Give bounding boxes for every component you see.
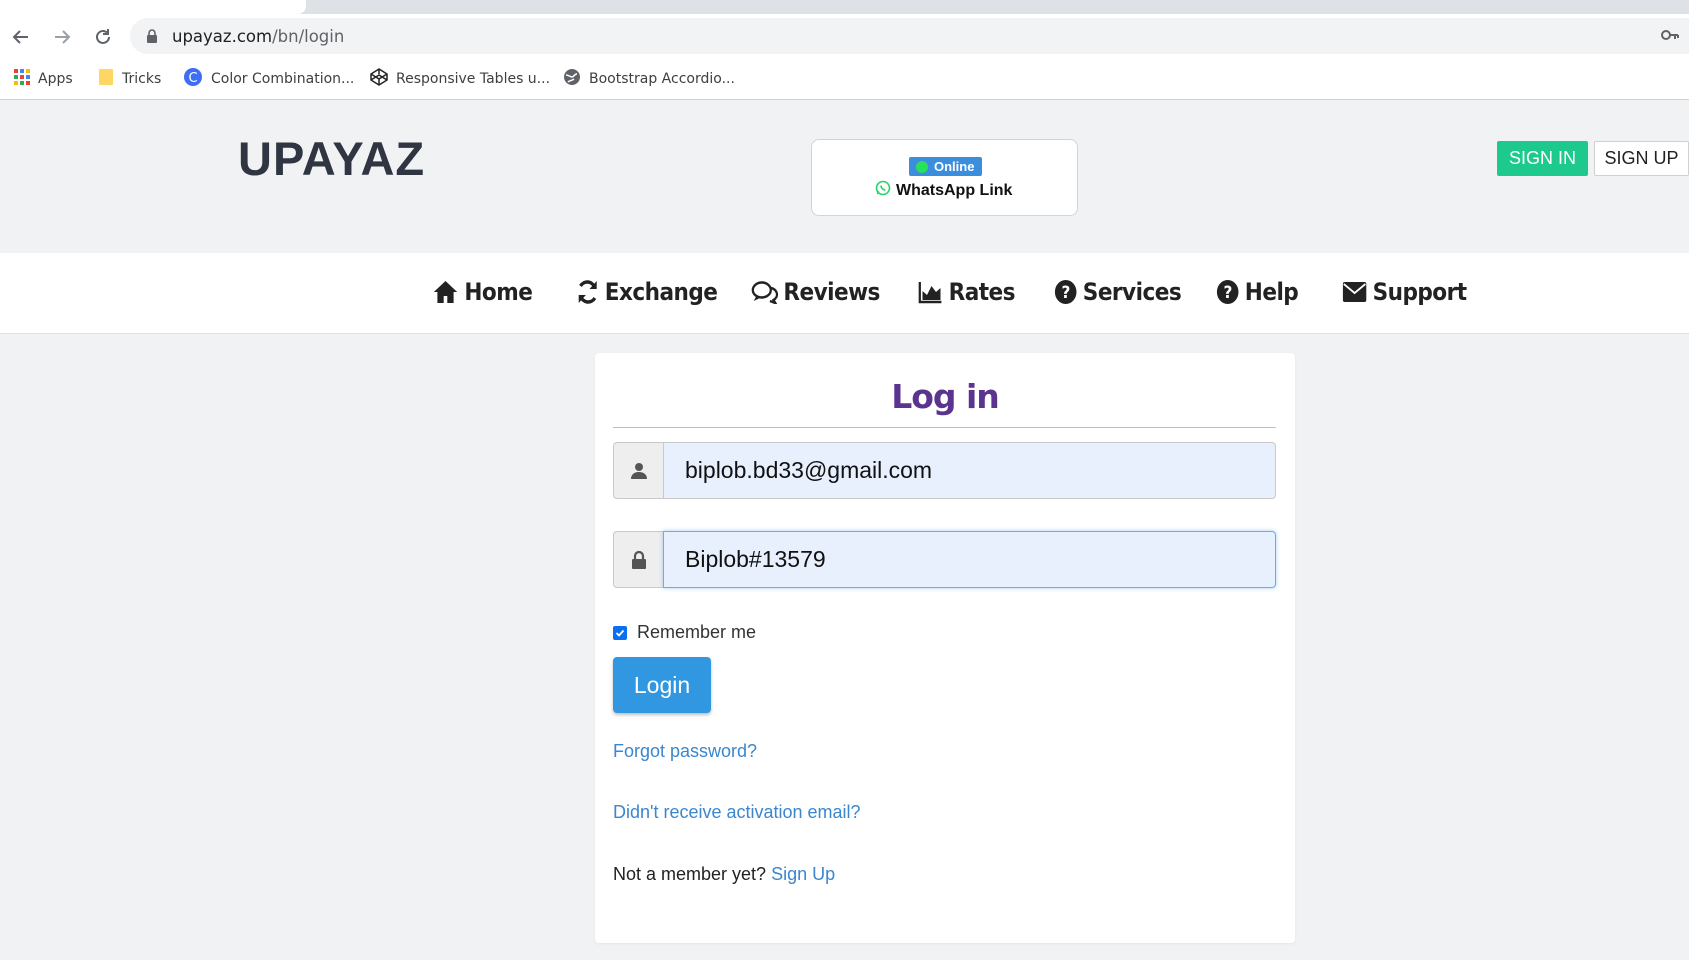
apps-grid-icon (14, 69, 30, 89)
address-bar[interactable]: upayaz.com/bn/login (130, 18, 1689, 54)
area-chart-icon (918, 282, 942, 304)
url-text: upayaz.com/bn/login (172, 27, 345, 46)
title-divider (613, 427, 1276, 428)
remember-label: Remember me (637, 622, 757, 642)
main-nav: Home Exchange Reviews Rates ? Services ?… (0, 253, 1689, 334)
nav-item-help[interactable]: ? Help (1216, 278, 1299, 306)
question-circle-icon: ? (1054, 280, 1077, 304)
svg-text:?: ? (1062, 282, 1071, 302)
online-dot-icon (916, 160, 928, 173)
back-arrow-icon[interactable] (6, 22, 36, 52)
not-member-row: Not a member yet? Sign Up (613, 864, 835, 885)
forgot-password-link[interactable]: Forgot password? (613, 741, 757, 762)
sign-in-button[interactable]: SIGN IN (1497, 141, 1588, 176)
email-input-group (613, 442, 1276, 499)
bookmark-label: Tricks (122, 71, 162, 87)
bookmark-color-combination[interactable]: C Color Combination... (183, 68, 354, 90)
password-input-group (613, 531, 1276, 588)
lock-icon (146, 29, 158, 48)
bookmark-label: Color Combination... (211, 71, 355, 87)
bookmarks-bar: Apps Tricks C Color Combination... Respo… (0, 59, 1689, 100)
refresh-icon (578, 280, 597, 304)
question-circle-icon: ? (1216, 280, 1239, 304)
bookmark-label: Apps (38, 71, 73, 87)
nav-item-rates[interactable]: Rates (918, 278, 1015, 306)
home-icon (433, 281, 458, 303)
browser-toolbar: upayaz.com/bn/login (0, 14, 1689, 59)
lock-icon (613, 531, 663, 588)
resend-activation-link[interactable]: Didn't receive activation email? (613, 802, 861, 823)
login-title: Log in (891, 377, 1000, 416)
browser-active-tab[interactable] (0, 0, 306, 14)
svg-text:C: C (188, 71, 197, 86)
sign-up-button[interactable]: SIGN UP (1594, 141, 1689, 176)
whatsapp-icon (875, 180, 891, 201)
color-c-icon: C (183, 67, 203, 91)
globe-icon (563, 68, 581, 90)
bookmark-bootstrap-accordion[interactable]: Bootstrap Accordio... (563, 68, 735, 90)
nav-item-support[interactable]: Support (1342, 278, 1467, 306)
online-badge: Online (909, 157, 982, 176)
bookmark-apps[interactable]: Apps (14, 68, 73, 90)
envelope-icon (1342, 282, 1367, 302)
comments-icon (751, 281, 778, 304)
whatsapp-link[interactable]: WhatsApp Link (875, 180, 1012, 201)
remember-me[interactable]: Remember me (613, 622, 756, 643)
user-icon (613, 442, 663, 499)
nav-item-services[interactable]: ? Services (1054, 278, 1182, 306)
bookmark-label: Bootstrap Accordio... (589, 71, 735, 87)
not-member-text: Not a member yet? (613, 864, 767, 884)
browser-tabstrip (0, 0, 1689, 14)
bookmark-tricks[interactable]: Tricks (98, 68, 161, 90)
login-button[interactable]: Login (613, 657, 711, 713)
codepen-icon (370, 68, 388, 90)
key-icon[interactable] (1661, 28, 1679, 47)
login-card: Log in Remember me Login Forgot password… (595, 353, 1295, 943)
whatsapp-box[interactable]: Online WhatsApp Link (811, 139, 1078, 216)
svg-text:?: ? (1224, 282, 1233, 302)
site-logo[interactable]: UPAYAZ (238, 131, 425, 186)
nav-item-home[interactable]: Home (432, 278, 533, 306)
forward-arrow-icon[interactable] (47, 22, 77, 52)
bookmark-responsive-tables[interactable]: Responsive Tables u... (370, 68, 550, 90)
reload-icon[interactable] (88, 22, 118, 52)
nav-item-reviews[interactable]: Reviews (751, 278, 880, 306)
folder-icon (98, 68, 114, 90)
password-field[interactable] (663, 531, 1276, 588)
bookmark-label: Responsive Tables u... (396, 71, 551, 87)
nav-item-exchange[interactable]: Exchange (576, 278, 718, 306)
remember-checkbox[interactable] (613, 625, 627, 640)
checkmark-icon (615, 629, 625, 637)
sign-up-link[interactable]: Sign Up (771, 864, 835, 884)
site-header: UPAYAZ Online WhatsApp Link SIGN IN SIGN… (0, 101, 1689, 253)
email-field[interactable] (663, 442, 1276, 499)
